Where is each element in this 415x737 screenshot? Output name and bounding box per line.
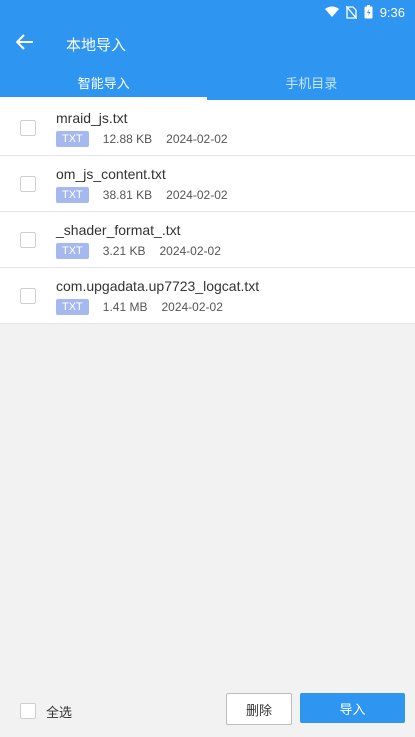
select-all-label: 全选 (46, 704, 73, 720)
file-size: 38.81 KB (102, 187, 153, 202)
item-checkbox[interactable] (20, 119, 36, 136)
file-type-badge: TXT (56, 130, 89, 147)
item-checkbox[interactable] (20, 287, 36, 304)
import-button[interactable]: 导入 (300, 693, 405, 723)
top-app-bar: 本地导入 (0, 24, 415, 64)
select-all-toggle[interactable]: 全选 (20, 702, 72, 721)
list-item[interactable]: com.upgadata.up7723_logcat.txt TXT 1.41 … (0, 268, 415, 324)
file-name: com.upgadata.up7723_logcat.txt (56, 277, 260, 294)
file-name: om_js_content.txt (56, 165, 166, 182)
file-date: 2024-02-02 (159, 243, 221, 258)
item-checkbox[interactable] (20, 231, 36, 248)
file-list: mraid_js.txt TXT 12.88 KB 2024-02-02 om_… (0, 100, 415, 324)
battery-icon (364, 5, 373, 19)
file-info: mraid_js.txt TXT 12.88 KB 2024-02-02 (56, 109, 228, 147)
file-name: mraid_js.txt (56, 109, 128, 126)
file-info: com.upgadata.up7723_logcat.txt TXT 1.41 … (56, 277, 259, 315)
tab-smart-import[interactable]: 智能导入 (0, 64, 208, 100)
item-checkbox[interactable] (20, 175, 36, 192)
app-root: 9:36 本地导入 智能导入 手机目录 mraid_js.txt TXT 12.… (0, 0, 415, 737)
page-title: 本地导入 (66, 36, 127, 54)
status-bar: 9:36 (0, 0, 415, 24)
file-date: 2024-02-02 (161, 299, 223, 314)
file-type-badge: TXT (56, 242, 89, 259)
list-item[interactable]: _shader_format_.txt TXT 3.21 KB 2024-02-… (0, 212, 415, 268)
file-meta: TXT 3.21 KB 2024-02-02 (56, 242, 221, 259)
wifi-icon (324, 6, 339, 18)
delete-button[interactable]: 删除 (226, 693, 292, 725)
file-size: 12.88 KB (102, 131, 153, 146)
file-type-badge: TXT (56, 186, 89, 203)
file-size: 3.21 KB (102, 243, 146, 258)
arrow-left-icon (15, 33, 34, 55)
status-time: 9:36 (379, 4, 405, 20)
file-type-badge: TXT (56, 298, 89, 315)
file-date: 2024-02-02 (166, 131, 228, 146)
tab-phone-directory[interactable]: 手机目录 (208, 64, 415, 100)
file-meta: TXT 38.81 KB 2024-02-02 (56, 186, 228, 203)
file-info: om_js_content.txt TXT 38.81 KB 2024-02-0… (56, 165, 228, 203)
file-meta: TXT 1.41 MB 2024-02-02 (56, 298, 259, 315)
file-meta: TXT 12.88 KB 2024-02-02 (56, 130, 228, 147)
back-button[interactable] (0, 24, 50, 64)
list-item[interactable]: om_js_content.txt TXT 38.81 KB 2024-02-0… (0, 156, 415, 212)
file-size: 1.41 MB (102, 299, 148, 314)
file-info: _shader_format_.txt TXT 3.21 KB 2024-02-… (56, 221, 221, 259)
no-sim-icon (345, 5, 357, 19)
tab-bar: 智能导入 手机目录 (0, 64, 415, 100)
select-all-checkbox[interactable] (20, 703, 36, 719)
file-date: 2024-02-02 (166, 187, 228, 202)
file-name: _shader_format_.txt (56, 221, 181, 238)
list-item[interactable]: mraid_js.txt TXT 12.88 KB 2024-02-02 (0, 100, 415, 156)
bottom-action-bar: 全选 删除 导入 (0, 685, 415, 737)
